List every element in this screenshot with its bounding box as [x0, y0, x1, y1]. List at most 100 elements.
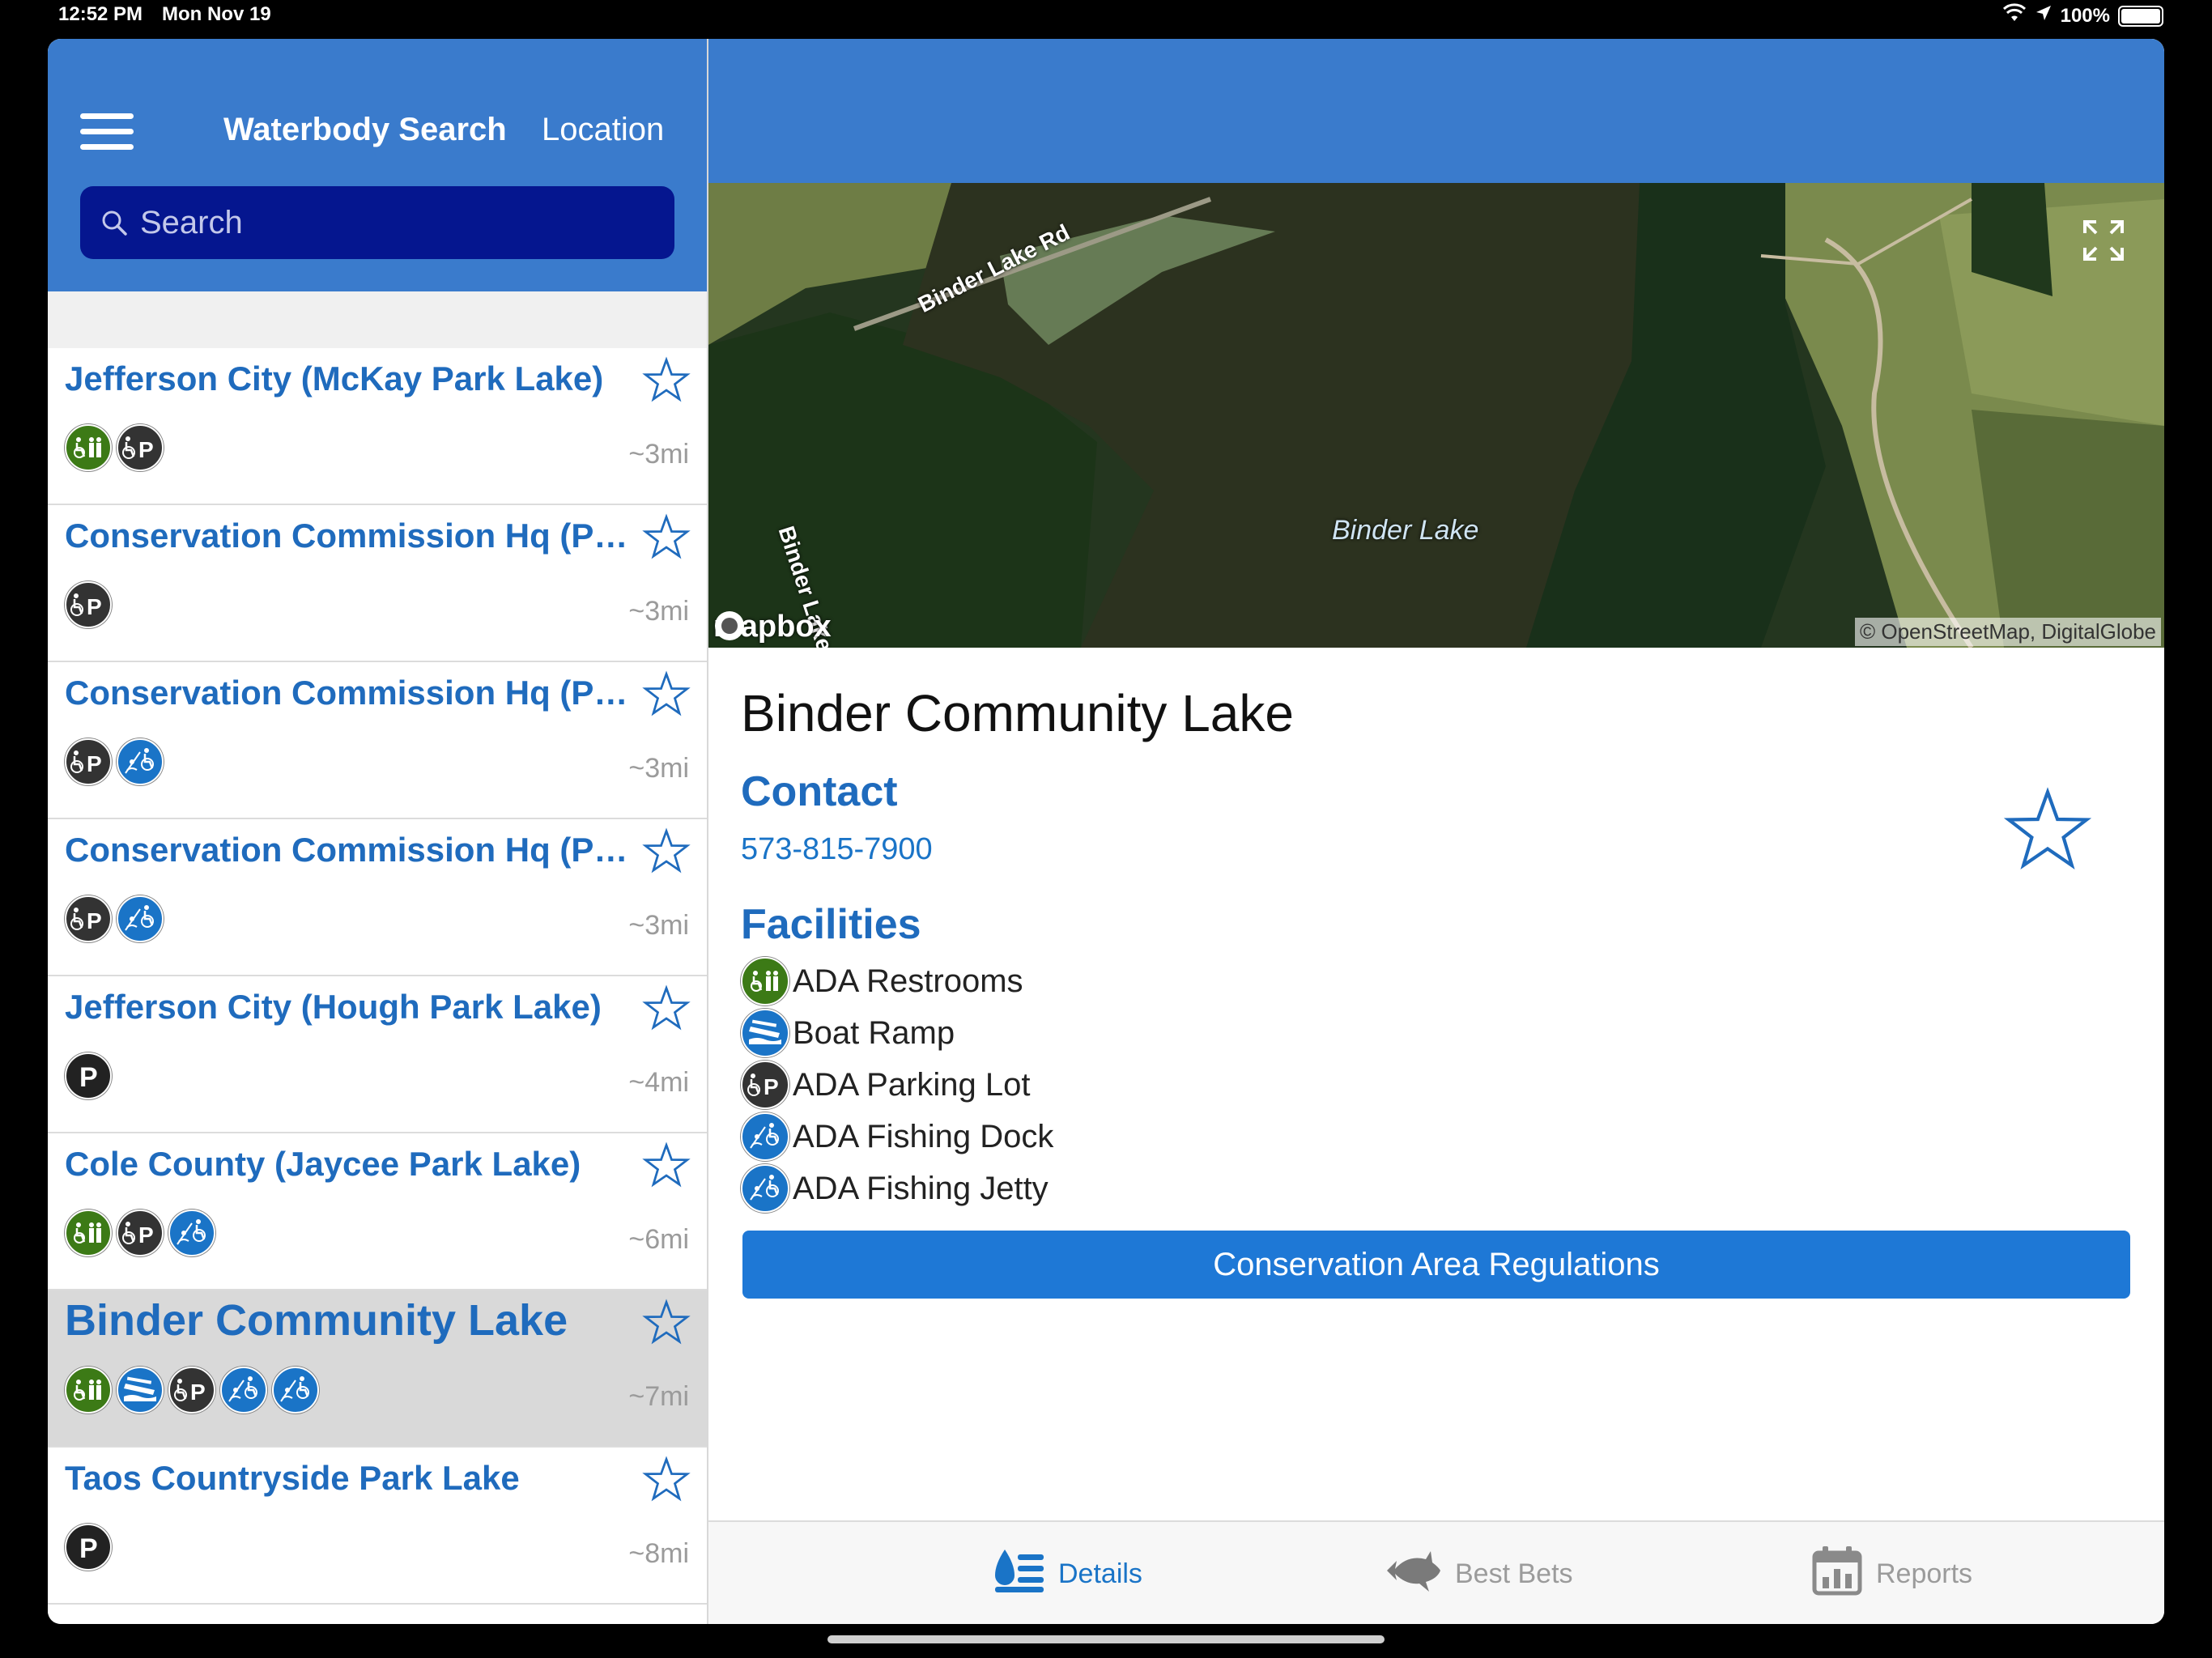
svg-text:P: P: [764, 1074, 779, 1099]
list-item[interactable]: Taos Countryside Park Lake P ~8mi: [48, 1448, 707, 1605]
distance-label: ~8mi: [628, 1538, 689, 1569]
detail-header: [708, 39, 2164, 183]
facility-icons: P: [65, 738, 164, 785]
list-item[interactable]: Conservation Commission Hq (Po... P ~3mi: [48, 662, 707, 819]
favorite-star-icon[interactable]: [642, 670, 691, 719]
expand-map-icon[interactable]: [2082, 219, 2125, 262]
facility-label: ADA Restrooms: [793, 963, 1023, 999]
favorite-star-icon[interactable]: [642, 513, 691, 562]
location-arrow-icon: [2035, 4, 2052, 28]
detail-pane: Binder Lake Rd Binder Lake Rd Binder Lak…: [708, 39, 2164, 1624]
svg-text:P: P: [87, 908, 102, 933]
home-indicator[interactable]: [827, 1635, 1385, 1643]
facility-icons: P: [65, 1367, 319, 1414]
tab-best-bets[interactable]: Best Bets: [1384, 1522, 1573, 1624]
status-time: 12:52 PM: [58, 3, 143, 25]
calendar-icon: [1811, 1545, 1863, 1604]
facility-row: Boat Ramp: [741, 1007, 1053, 1059]
regulations-button[interactable]: Conservation Area Regulations: [742, 1231, 2130, 1299]
ada-parking-icon: P: [117, 424, 164, 471]
list-item-name: Conservation Commission Hq (Po...: [65, 517, 632, 555]
list-item[interactable]: Jefferson City (McKay Park Lake) P ~3mi: [48, 348, 707, 505]
ada-restroom-icon: [65, 1209, 112, 1256]
battery-percent: 100%: [2060, 4, 2110, 27]
favorite-star-icon[interactable]: [642, 1456, 691, 1504]
svg-text:P: P: [87, 751, 102, 776]
facility-label: ADA Fishing Dock: [793, 1118, 1054, 1154]
favorite-star-icon[interactable]: [642, 356, 691, 405]
phone-link[interactable]: 573-815-7900: [741, 832, 933, 867]
location-button[interactable]: Location: [542, 112, 664, 148]
facilities-heading: Facilities: [741, 901, 921, 948]
boat-ramp-icon: [741, 1009, 789, 1057]
ada-fishing-icon: [220, 1367, 267, 1414]
mapbox-logo: mapbox: [713, 610, 832, 644]
app-window: Waterbody Search Location Jefferson City…: [48, 39, 2164, 1624]
status-right: 100%: [2002, 3, 2163, 28]
ada-fishing-jetty-icon: [741, 1164, 789, 1213]
list-spacer: [48, 291, 707, 348]
list-item-name: Taos Countryside Park Lake: [65, 1459, 520, 1497]
lake-label: Binder Lake: [1332, 515, 1479, 546]
parking-icon: P: [65, 1052, 112, 1099]
boat-ramp-icon: [117, 1367, 164, 1414]
distance-label: ~7mi: [628, 1381, 689, 1412]
favorite-star-icon[interactable]: [2002, 785, 2093, 876]
waterbody-list-pane: Waterbody Search Location Jefferson City…: [48, 39, 708, 1624]
facility-icons: P: [65, 895, 164, 942]
distance-label: ~4mi: [628, 1067, 689, 1098]
map-attribution[interactable]: © OpenStreetMap, DigitalGlobe: [1854, 618, 2161, 646]
menu-icon[interactable]: [80, 113, 134, 151]
ada-fishing-icon: [117, 895, 164, 942]
map-imagery: [708, 183, 2164, 648]
svg-text:P: P: [138, 1222, 154, 1247]
search-input[interactable]: [138, 203, 627, 242]
header-title: Waterbody Search: [223, 112, 507, 147]
ada-parking-icon: P: [65, 581, 112, 628]
facility-icons: P: [65, 581, 112, 628]
battery-icon: [2118, 5, 2163, 27]
parking-icon: P: [65, 1524, 112, 1571]
ada-fishing-jetty-icon: [272, 1367, 319, 1414]
list-item[interactable]: Conservation Commission Hq (Po... P ~3mi: [48, 819, 707, 976]
ada-fishing-dock-icon: [741, 1112, 789, 1161]
distance-label: ~3mi: [628, 596, 689, 627]
svg-text:P: P: [138, 437, 154, 461]
favorite-star-icon[interactable]: [642, 1141, 691, 1190]
ada-restroom-icon: [65, 424, 112, 471]
list-item[interactable]: Binder Community Lake P ~7mi: [48, 1290, 707, 1448]
distance-label: ~3mi: [628, 439, 689, 470]
tab-best-bets-label: Best Bets: [1455, 1558, 1573, 1589]
tab-reports[interactable]: Reports: [1811, 1522, 1972, 1624]
ada-parking-icon: P: [741, 1061, 789, 1109]
facility-label: ADA Fishing Jetty: [793, 1170, 1049, 1206]
search-icon: [98, 206, 130, 239]
tab-details[interactable]: Details: [993, 1522, 1142, 1624]
facility-row: ADA Fishing Dock: [741, 1111, 1053, 1163]
facility-icons: P: [65, 1052, 112, 1099]
distance-label: ~6mi: [628, 1224, 689, 1255]
svg-text:P: P: [79, 1062, 98, 1090]
list-item[interactable]: Jefferson City (Hough Park Lake) P ~4mi: [48, 976, 707, 1133]
list-item-name: Cole County (Jaycee Park Lake): [65, 1145, 581, 1183]
facility-row: ADA Fishing Jetty: [741, 1163, 1053, 1214]
wifi-icon: [2002, 3, 2027, 28]
list-item[interactable]: Cole County (Jaycee Park Lake) P ~6mi: [48, 1133, 707, 1290]
facility-icons: P: [65, 1524, 112, 1571]
svg-text:P: P: [79, 1533, 98, 1562]
ada-fishing-icon: [117, 738, 164, 785]
facilities-list: ADA Restrooms Boat Ramp P ADA Parking Lot AD…: [741, 955, 1053, 1214]
ada-fishing-icon: [168, 1209, 215, 1256]
favorite-star-icon[interactable]: [642, 1299, 691, 1347]
ada-parking-icon: P: [117, 1209, 164, 1256]
waterbody-list: Jefferson City (McKay Park Lake) P ~3mi Con…: [48, 348, 707, 1605]
search-bar[interactable]: [80, 186, 674, 259]
distance-label: ~3mi: [628, 753, 689, 784]
ada-restroom-icon: [65, 1367, 112, 1414]
favorite-star-icon[interactable]: [642, 984, 691, 1033]
facility-icons: P: [65, 424, 164, 471]
list-item[interactable]: Conservation Commission Hq (Po... P ~3mi: [48, 505, 707, 662]
favorite-star-icon[interactable]: [642, 827, 691, 876]
satellite-map[interactable]: Binder Lake Rd Binder Lake Rd Binder Lak…: [708, 183, 2164, 648]
lake-title: Binder Community Lake: [741, 684, 1294, 742]
